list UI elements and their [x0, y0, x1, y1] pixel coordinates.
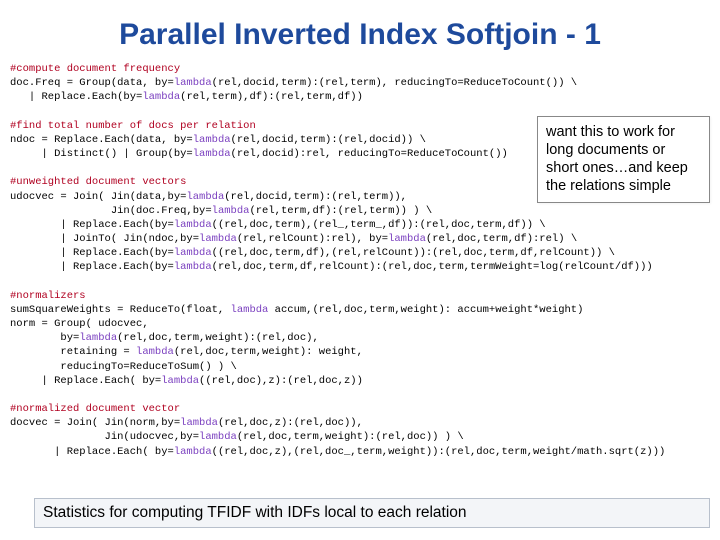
- code-line: ((rel,doc),z):(rel,doc,z)): [199, 375, 363, 387]
- code-line: (rel,term),df):(rel,term,df)): [180, 91, 363, 103]
- code-line: | Replace.Each(by=: [10, 247, 174, 259]
- code-line: | Replace.Each(by=: [10, 91, 142, 103]
- lambda-kw: lambda: [161, 375, 199, 387]
- code-line: (rel,docid,term):(rel,term)),: [224, 191, 407, 203]
- code-line: | Distinct() | Group(by=: [10, 148, 193, 160]
- code-line: udocvec = Join( Jin(data,by=: [10, 191, 186, 203]
- lambda-kw: lambda: [199, 233, 237, 245]
- code-line: by=: [10, 332, 79, 344]
- code-line: accum,(rel,doc,term,weight): accum+weigh…: [268, 304, 583, 316]
- code-line: ((rel,doc,z),(rel,doc_,term,weight)):(re…: [212, 446, 666, 458]
- code-line: doc.Freq = Group(data, by=: [10, 77, 174, 89]
- code-line: (rel,docid):rel, reducingTo=ReduceToCoun…: [231, 148, 508, 160]
- code-line: (rel,docid,term):(rel,term), reducingTo=…: [212, 77, 577, 89]
- lambda-kw: lambda: [193, 134, 231, 146]
- comment-line: #find total number of docs per relation: [10, 120, 256, 132]
- code-line: ((rel,doc,term,df),(rel,relCount)):(rel,…: [212, 247, 615, 259]
- footer-caption: Statistics for computing TFIDF with IDFs…: [34, 498, 710, 528]
- code-line: (rel,doc,term,df):rel) \: [426, 233, 577, 245]
- lambda-kw: lambda: [174, 77, 212, 89]
- comment-line: #unweighted document vectors: [10, 176, 186, 188]
- code-line: docvec = Join( Jin(norm,by=: [10, 417, 180, 429]
- code-line: (rel,term,df):(rel,term)) ) \: [249, 205, 432, 217]
- callout-box: want this to work for long documents or …: [537, 116, 710, 203]
- lambda-kw: lambda: [174, 247, 212, 259]
- code-line: (rel,doc,term,df,relCount):(rel,doc,term…: [212, 261, 653, 273]
- comment-line: #normalizers: [10, 290, 86, 302]
- lambda-kw: lambda: [231, 304, 269, 316]
- code-line: (rel,docid,term):(rel,docid)) \: [231, 134, 426, 146]
- slide-title: Parallel Inverted Index Softjoin - 1: [0, 0, 720, 62]
- code-line: retaining =: [10, 346, 136, 358]
- code-line: | Replace.Each(by=: [10, 261, 174, 273]
- comment-line: #compute document frequency: [10, 63, 180, 75]
- code-line: | Replace.Each( by=: [10, 446, 174, 458]
- code-line: | Replace.Each(by=: [10, 219, 174, 231]
- code-line: Jin(doc.Freq,by=: [10, 205, 212, 217]
- code-line: ndoc = Replace.Each(data, by=: [10, 134, 193, 146]
- code-line: ((rel,doc,term),(rel_,term_,df)):(rel,do…: [212, 219, 546, 231]
- lambda-kw: lambda: [174, 261, 212, 273]
- lambda-kw: lambda: [186, 191, 224, 203]
- lambda-kw: lambda: [388, 233, 426, 245]
- lambda-kw: lambda: [136, 346, 174, 358]
- code-line: Jin(udocvec,by=: [10, 431, 199, 443]
- lambda-kw: lambda: [193, 148, 231, 160]
- lambda-kw: lambda: [212, 205, 250, 217]
- code-line: reducingTo=ReduceToSum() ) \: [10, 361, 237, 373]
- lambda-kw: lambda: [174, 446, 212, 458]
- lambda-kw: lambda: [142, 91, 180, 103]
- code-line: sumSquareWeights = ReduceTo(float,: [10, 304, 231, 316]
- code-line: (rel,doc,term,weight):(rel,doc)) ) \: [237, 431, 464, 443]
- code-line: (rel,doc,term,weight):(rel,doc),: [117, 332, 319, 344]
- lambda-kw: lambda: [79, 332, 117, 344]
- lambda-kw: lambda: [199, 431, 237, 443]
- lambda-kw: lambda: [180, 417, 218, 429]
- code-line: (rel,doc,term,weight): weight,: [174, 346, 363, 358]
- comment-line: #normalized document vector: [10, 403, 180, 415]
- code-line: (rel,relCount):rel), by=: [237, 233, 388, 245]
- code-line: (rel,doc,z):(rel,doc)),: [218, 417, 363, 429]
- code-line: | Replace.Each( by=: [10, 375, 161, 387]
- lambda-kw: lambda: [174, 219, 212, 231]
- code-line: | JoinTo( Jin(ndoc,by=: [10, 233, 199, 245]
- code-line: norm = Group( udocvec,: [10, 318, 149, 330]
